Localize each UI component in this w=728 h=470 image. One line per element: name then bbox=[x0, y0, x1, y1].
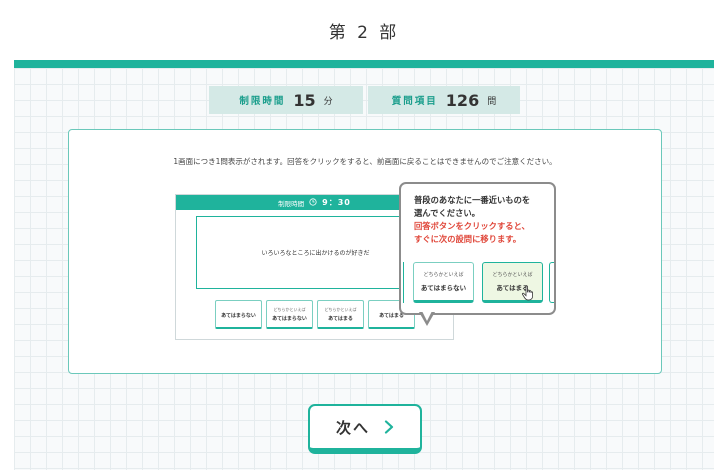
demo-option-3-label: あてはまる bbox=[328, 315, 353, 322]
question-count-value: 126 bbox=[445, 90, 480, 110]
demo-timer-label: 制限時間 bbox=[278, 199, 305, 208]
demo-option-1: あてはまらない bbox=[215, 300, 262, 329]
hand-cursor-icon bbox=[521, 285, 533, 301]
demo-timer-value: 9：30 bbox=[322, 198, 351, 207]
hint-line-4: すぐに次の設問に移ります。 bbox=[414, 234, 522, 244]
next-button-label: 次へ bbox=[335, 418, 370, 437]
time-limit-label: 制限時間 bbox=[239, 96, 286, 107]
demo-option-1-label: あてはまらない bbox=[221, 312, 256, 319]
popup-option-2-sub: どちらかといえば bbox=[492, 272, 533, 278]
question-count-unit: 問 bbox=[487, 96, 497, 107]
hint-popup: 普段のあなたに一番近いものを 選んでください。 回答ボタンをクリックすると、 す… bbox=[399, 182, 556, 315]
hint-line-3: 回答ボタンをクリックすると、 bbox=[414, 221, 530, 231]
popup-option-1-label: あてはまらない bbox=[420, 284, 467, 292]
popup-option-1: どちらかといえば あてはまらない bbox=[413, 262, 474, 303]
time-limit-unit: 分 bbox=[323, 96, 333, 107]
page-title: 第 2 部 bbox=[328, 23, 400, 43]
chevron-right-icon bbox=[384, 420, 394, 434]
demo-option-3-sub: どちらかといえば bbox=[324, 306, 357, 312]
next-button[interactable]: 次へ bbox=[308, 404, 422, 454]
hint-text: 普段のあなたに一番近いものを 選んでください。 回答ボタンをクリックすると、 す… bbox=[414, 194, 552, 246]
popup-pointer-inner bbox=[422, 311, 432, 321]
demo-option-2: どちらかといえば あてはまらない bbox=[266, 300, 313, 329]
demo-option-3: どちらかといえば あてはまる bbox=[317, 300, 364, 329]
hint-line-1: 普段のあなたに一番近いものを bbox=[414, 195, 531, 205]
hint-line-2: 選んでください。 bbox=[414, 208, 480, 218]
time-limit-box: 制限時間 15 分 bbox=[209, 86, 363, 114]
clock-icon bbox=[309, 197, 317, 208]
demo-option-2-label: あてはまらない bbox=[272, 315, 307, 322]
popup-option-edge-right bbox=[549, 262, 554, 303]
question-count-label: 質問項目 bbox=[391, 96, 438, 107]
header-divider bbox=[14, 60, 714, 68]
popup-option-edge-left bbox=[401, 262, 404, 303]
time-limit-value: 15 bbox=[293, 90, 316, 110]
question-count-box: 質問項目 126 問 bbox=[368, 86, 520, 114]
popup-option-1-sub: どちらかといえば bbox=[423, 272, 464, 278]
demo-option-2-sub: どちらかといえば bbox=[273, 306, 306, 312]
instruction-text: 1画面につき1問表示がされます。回答をクリックをすると、前画面に戻ることはできま… bbox=[173, 157, 557, 166]
